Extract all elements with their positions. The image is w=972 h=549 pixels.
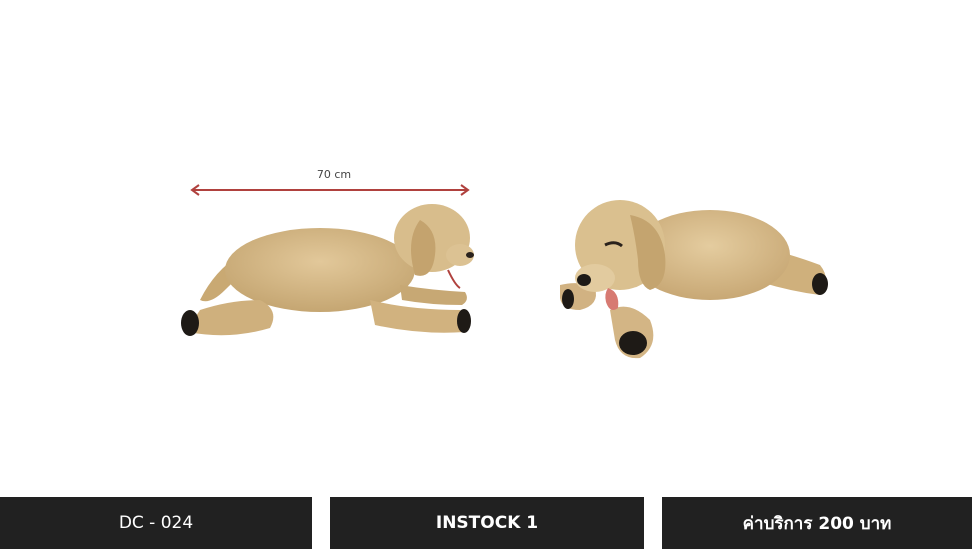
plush-dog-side-view — [181, 204, 474, 336]
plush-dog-front-view — [560, 200, 828, 359]
service-price-box: ค่าบริการ 200 บาท — [662, 497, 972, 549]
stock-status: INSTOCK 1 — [435, 513, 539, 533]
product-code: DC - 024 — [118, 513, 194, 533]
product-photo-area: 70 cm — [0, 0, 972, 495]
product-info-bar: DC - 024 INSTOCK 1 ค่าบริการ 200 บาท — [0, 497, 972, 549]
service-price: ค่าบริการ 200 บาท — [742, 513, 892, 534]
product-code-box: DC - 024 — [0, 497, 312, 549]
stock-status-box: INSTOCK 1 — [330, 497, 644, 549]
